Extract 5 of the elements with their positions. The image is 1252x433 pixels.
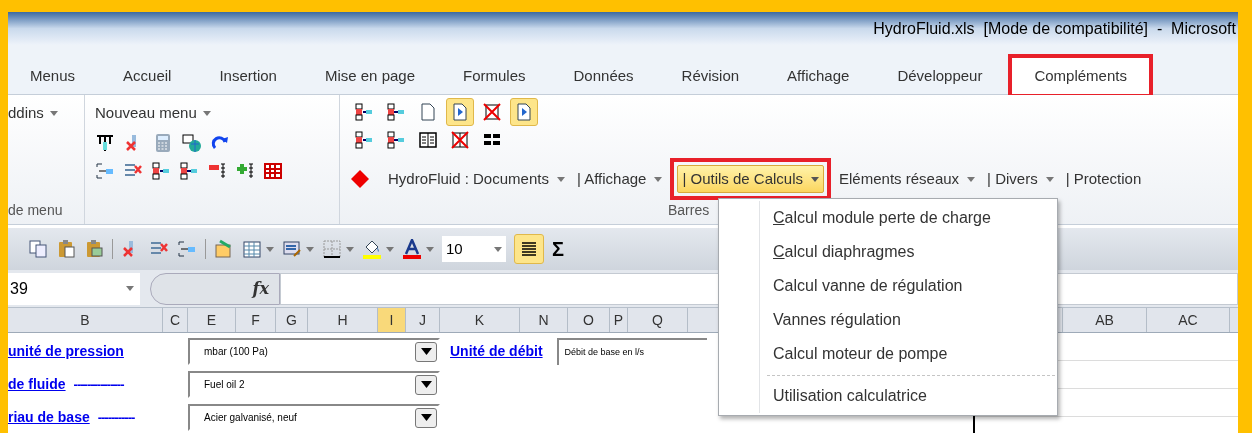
leader-dashes: --------------- (73, 375, 124, 394)
window-title: HydroFluid.xls [Mode de compatibilité] - Microsoft (873, 18, 1237, 39)
leader-dashes: ----------- (97, 408, 135, 427)
group-label: de menu (8, 201, 64, 220)
group-label: Barres (668, 201, 710, 220)
